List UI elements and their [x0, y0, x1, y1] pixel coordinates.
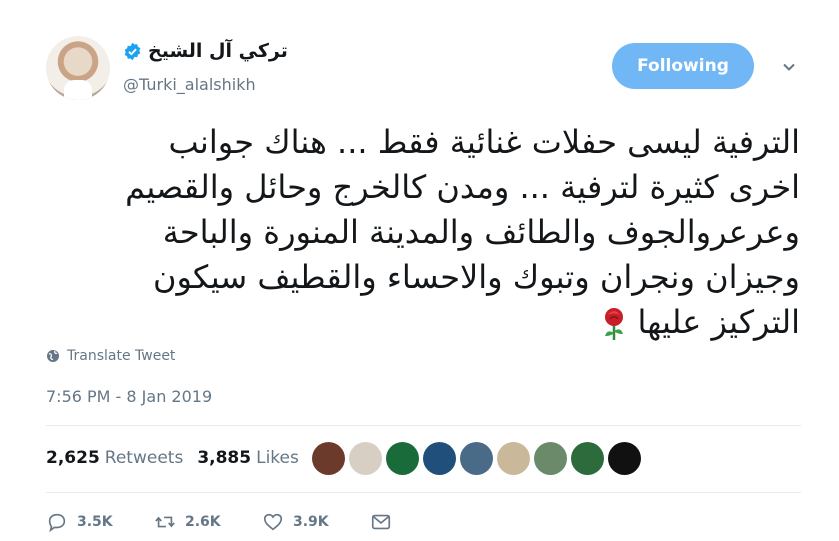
liker-avatar[interactable] — [608, 442, 641, 475]
author-name[interactable]: تركي آل الشيخ — [148, 40, 288, 62]
liker-avatar[interactable] — [386, 442, 419, 475]
likes-stat[interactable]: 3,885 Likes — [197, 448, 299, 468]
tweet-line: الترفية ليسى حفلات غنائية فقط ... هناك ج… — [168, 123, 801, 161]
liker-avatar[interactable] — [534, 442, 567, 475]
chevron-down-icon[interactable] — [782, 60, 796, 74]
reply-count: 3.5K — [77, 514, 113, 530]
liker-avatars — [312, 442, 641, 475]
author-name-row[interactable]: تركي آل الشيخ — [123, 40, 288, 62]
retweet-icon — [155, 516, 175, 528]
tweet-timestamp[interactable]: 7:56 PM - 8 Jan 2019 — [46, 387, 212, 406]
liker-avatar[interactable] — [571, 442, 604, 475]
retweets-count: 2,625 — [46, 448, 100, 468]
tweet-text: الترفية ليسى حفلات غنائية فقط ... هناك ج… — [40, 120, 800, 345]
like-button[interactable]: 3.9K — [262, 511, 370, 533]
translate-tweet-label[interactable]: Translate Tweet — [67, 348, 175, 364]
author-avatar[interactable] — [46, 36, 110, 100]
verified-badge-icon — [124, 42, 141, 60]
divider — [46, 492, 801, 493]
liker-avatar[interactable] — [349, 442, 382, 475]
likes-count: 3,885 — [197, 448, 252, 468]
globe-icon — [47, 350, 59, 362]
liker-avatar[interactable] — [312, 442, 345, 475]
reply-button[interactable]: 3.5K — [46, 511, 154, 533]
likes-label: Likes — [256, 448, 299, 468]
rose-emoji-icon — [605, 308, 624, 340]
retweet-count: 2.6K — [185, 514, 221, 530]
divider — [46, 425, 801, 426]
reply-icon — [48, 513, 66, 533]
tweet-stats: 2,625 Retweets 3,885 Likes — [46, 448, 299, 468]
retweets-stat[interactable]: 2,625 Retweets — [46, 448, 183, 468]
envelope-icon — [371, 514, 391, 530]
liker-avatar[interactable] — [497, 442, 530, 475]
translate-tweet-link[interactable]: Translate Tweet — [46, 348, 175, 364]
tweet-actions: 3.5K 2.6K 3.9K — [46, 511, 478, 533]
liker-avatar[interactable] — [460, 442, 493, 475]
liker-avatar[interactable] — [423, 442, 456, 475]
direct-message-button[interactable] — [370, 511, 478, 533]
following-button[interactable]: Following — [612, 43, 754, 89]
tweet-line: وعرعروالجوف والطائف والمدينة المنورة وال… — [162, 213, 800, 251]
retweets-label: Retweets — [104, 448, 184, 468]
tweet-line: وجيزان ونجران وتبوك والاحساء والقطيف سيك… — [153, 258, 800, 296]
tweet-line: اخرى كثيرة لترفية ... ومدن كالخرج وحائل … — [125, 168, 800, 206]
heart-icon — [263, 513, 283, 531]
author-handle[interactable]: @Turki_alalshikh — [123, 75, 256, 94]
retweet-button[interactable]: 2.6K — [154, 511, 262, 533]
like-count: 3.9K — [293, 514, 329, 530]
tweet-line: التركيز عليها — [637, 303, 800, 341]
tweet-last-line: التركيز عليها — [40, 300, 800, 345]
